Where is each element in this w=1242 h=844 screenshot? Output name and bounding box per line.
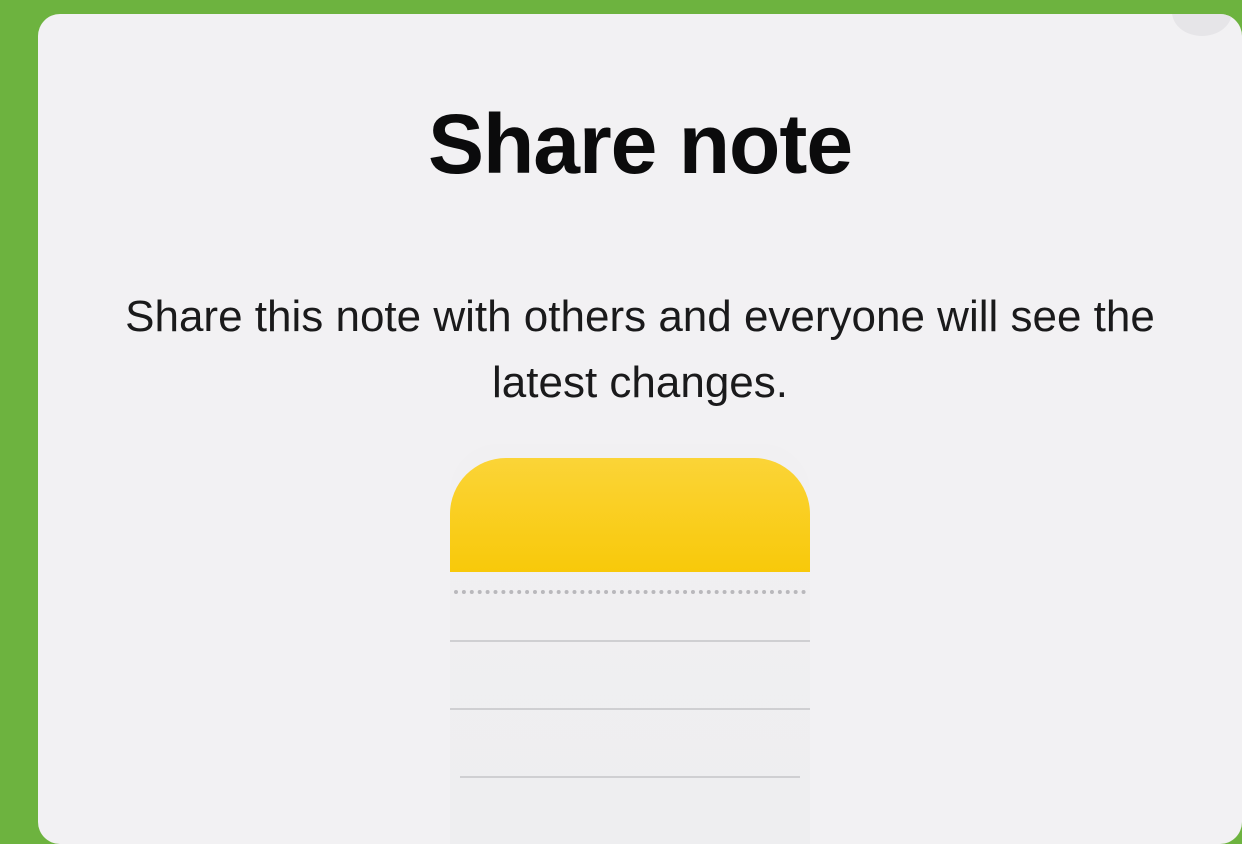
notes-app-icon [450, 444, 810, 844]
notes-icon-yellow-band [450, 458, 810, 572]
close-button[interactable] [1172, 14, 1232, 36]
sheet-description: Share this note with others and everyone… [125, 292, 1155, 407]
sheet-title: Share note [427, 97, 853, 191]
notes-icon-line [450, 708, 810, 710]
notes-icon-line [460, 776, 800, 778]
notes-icon-dotted-line [454, 590, 806, 594]
share-note-sheet: Share note Share this note with others a… [38, 14, 1242, 844]
notes-icon-line [450, 640, 810, 642]
